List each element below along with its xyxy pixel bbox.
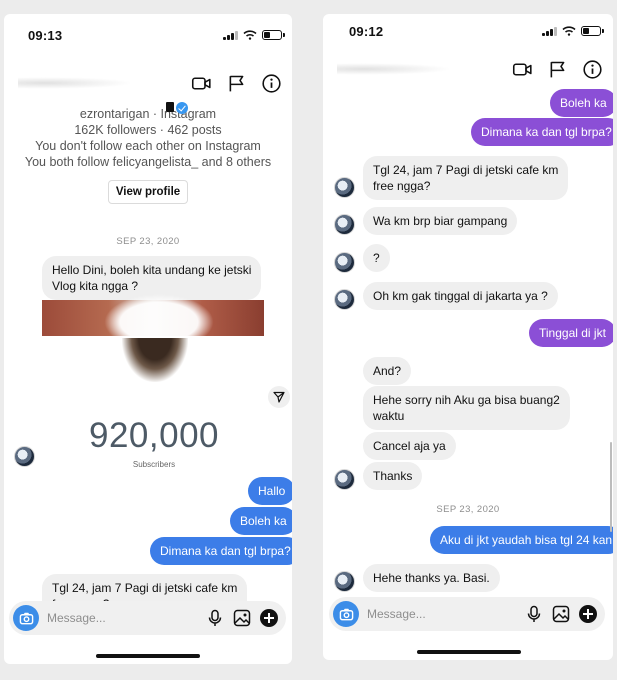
message-incoming: Wa km brp biar gampang (363, 207, 518, 235)
redacted-contact-name (18, 76, 148, 90)
subscriber-count: 920,000 (88, 416, 220, 455)
message-outgoing: Tinggal di jkt (529, 319, 613, 347)
left-chat-screenshot: 09:13 ezrontarigan · Instagram 162K foll… (4, 14, 292, 664)
microphone-icon[interactable] (525, 605, 543, 623)
shared-post-image[interactable] (42, 294, 264, 350)
shared-post-avatar (122, 338, 188, 382)
microphone-icon[interactable] (206, 609, 224, 627)
message-outgoing: Aku di jkt yaudah bisa tgl 24 kan (430, 526, 613, 554)
message-incoming: Thanks (363, 462, 423, 490)
wifi-icon (243, 30, 257, 40)
message-incoming: Cancel aja ya (363, 432, 456, 460)
share-icon[interactable] (268, 386, 290, 408)
contact-avatar[interactable] (334, 289, 355, 310)
message-outgoing: Hallo (248, 477, 292, 505)
status-bar: 09:13 (4, 14, 292, 58)
contact-avatar[interactable] (334, 469, 355, 490)
profile-summary: ezrontarigan · Instagram 162K followers … (4, 102, 292, 204)
status-icons (223, 30, 285, 40)
message-outgoing: Boleh ka (230, 507, 292, 535)
status-icons (542, 26, 604, 36)
wifi-icon (562, 26, 576, 36)
camera-icon (19, 612, 33, 624)
battery-icon (581, 26, 604, 36)
flag-icon[interactable] (547, 59, 568, 80)
camera-button[interactable] (333, 601, 359, 627)
date-divider: SEP 23, 2020 (436, 504, 500, 515)
battery-icon (262, 30, 285, 40)
message-incoming: Hehe thanks ya. Basi. (363, 564, 500, 592)
plus-icon[interactable] (260, 609, 278, 627)
flag-icon[interactable] (226, 73, 247, 94)
message-incoming: And? (363, 357, 412, 385)
message-input[interactable]: Message... (367, 607, 525, 621)
verified-badge-icon (176, 102, 188, 114)
message-outgoing: Boleh ka (550, 89, 613, 117)
video-call-icon[interactable] (191, 73, 212, 94)
message-composer: Message... (329, 597, 605, 631)
redacted-contact-name (337, 62, 467, 76)
view-profile-button[interactable]: View profile (107, 180, 189, 204)
camera-icon (339, 608, 353, 620)
video-call-icon[interactable] (512, 59, 533, 80)
chat-header (323, 52, 613, 86)
profile-username: ezrontarigan · Instagram (79, 107, 217, 121)
contact-avatar[interactable] (334, 571, 355, 592)
right-chat-screenshot: 09:12 Boleh ka Dimana ka dan tgl brpa? T… (323, 14, 613, 660)
message-incoming: Oh km gak tinggal di jakarta ya ? (363, 282, 558, 310)
signal-icon (542, 26, 557, 36)
camera-button[interactable] (13, 605, 39, 631)
message-input[interactable]: Message... (47, 611, 206, 625)
message-incoming: ? (363, 244, 390, 272)
profile-stats: 162K followers · 462 posts (74, 123, 222, 137)
message-composer: Message... (9, 601, 286, 635)
signal-icon (223, 30, 238, 40)
scrollbar[interactable] (609, 442, 612, 532)
home-indicator (417, 650, 521, 654)
info-icon[interactable] (261, 73, 282, 94)
status-time: 09:13 (28, 28, 63, 43)
contact-avatar[interactable] (334, 252, 355, 273)
date-divider: SEP 23, 2020 (116, 236, 180, 247)
message-incoming: Hehe sorry nih Aku ga bisa buang2 waktu (363, 386, 570, 430)
contact-avatar[interactable] (334, 214, 355, 235)
mutual-followers: You both follow felicyangelista_ and 8 o… (24, 155, 272, 169)
chat-header (4, 66, 292, 100)
status-time: 09:12 (349, 24, 384, 39)
message-outgoing: Dimana ka dan tgl brpa? (471, 118, 613, 146)
contact-avatar[interactable] (14, 446, 35, 467)
message-incoming: Tgl 24, jam 7 Pagi di jetski cafe km fre… (363, 156, 569, 200)
message-outgoing: Dimana ka dan tgl brpa? (150, 537, 292, 565)
subscriber-caption: Subscribers (132, 460, 176, 469)
redacted-name (166, 102, 174, 112)
info-icon[interactable] (582, 59, 603, 80)
image-icon[interactable] (552, 605, 570, 623)
plus-icon[interactable] (579, 605, 597, 623)
follow-status: You don't follow each other on Instagram (35, 139, 261, 153)
contact-avatar[interactable] (334, 177, 355, 198)
image-icon[interactable] (233, 609, 251, 627)
home-indicator (96, 654, 200, 658)
